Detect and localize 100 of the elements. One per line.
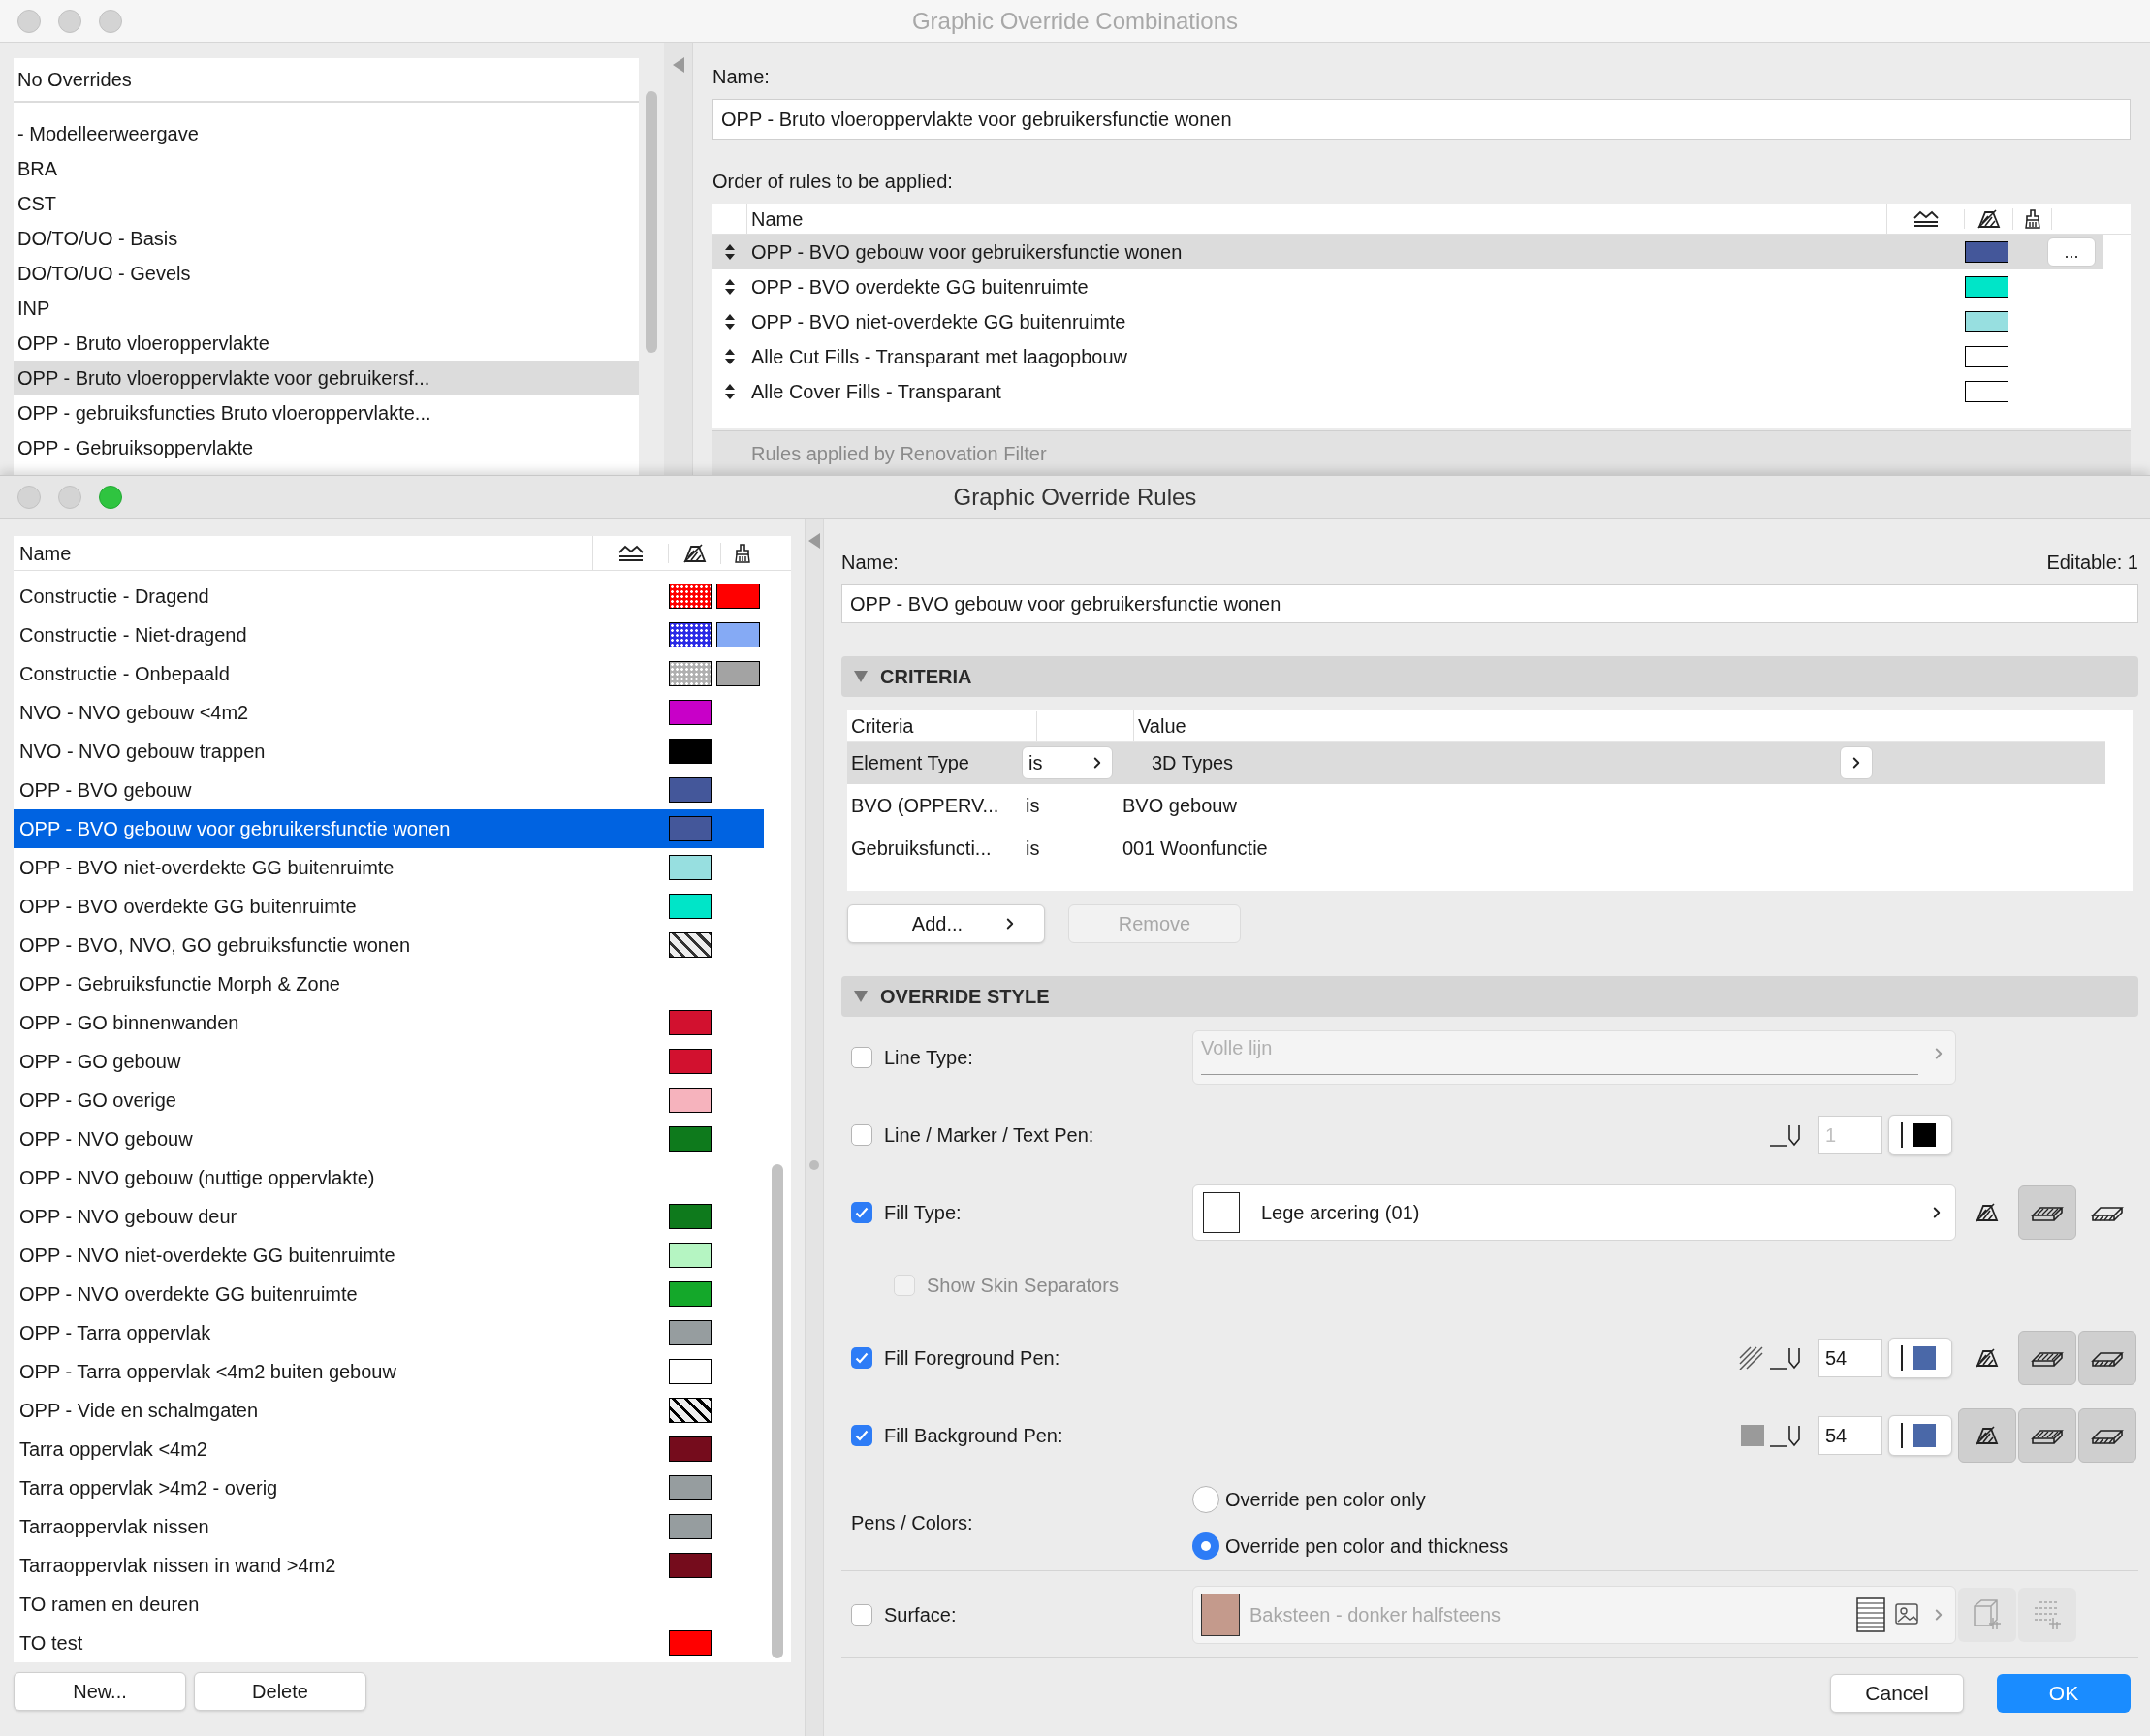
view-toggle-button[interactable] [2018,1331,2076,1385]
column-header[interactable]: Name [14,536,593,570]
rule-list-item[interactable]: OPP - Gebruiksfunctie Morph & Zone [14,964,764,1003]
rule-list-item[interactable]: OPP - Tarra oppervlak <4m2 buiten gebouw [14,1352,764,1391]
criteria-row[interactable]: Element Type is 3D Types [847,742,2105,784]
delete-button[interactable]: Delete [194,1672,366,1711]
rule-list-item[interactable]: OPP - GO overige [14,1081,764,1120]
criteria-row[interactable]: BVO (OPPERV... is BVO gebouw [847,784,2105,827]
striped-texture-icon [1856,1596,1885,1632]
collapse-arrow-icon[interactable] [671,56,685,74]
operator-selector[interactable]: is [1022,746,1113,779]
checkbox[interactable] [851,1202,872,1223]
reorder-handle-icon[interactable] [724,383,736,400]
view-toggle-button[interactable] [1958,1408,2016,1463]
rule-name: Alle Cover Fills - Transparant [750,380,1002,404]
view-toggle-button[interactable] [2078,1331,2136,1385]
criterion-value: 001 Woonfunctie [1122,836,1269,861]
splitter-handle-icon[interactable] [809,1160,819,1170]
pen-color-button[interactable] [1888,1338,1952,1378]
column-header[interactable]: Name [747,204,1887,234]
list-item[interactable]: - Modelleerweergave [14,116,639,151]
box-with-brush-icon [1972,1597,2003,1631]
zoom-window-icon[interactable] [99,485,122,509]
rule-list-item[interactable]: OPP - NVO niet-overdekte GG buitenruimte [14,1236,764,1275]
view-toggle-button[interactable] [2078,1408,2136,1463]
fill-type-selector[interactable]: Lege arcering (01) [1192,1184,1956,1241]
more-button[interactable]: ... [2047,237,2096,267]
checkbox[interactable] [851,1124,872,1146]
rule-list-item[interactable]: NVO - NVO gebouw <4m2 [14,693,764,732]
list-item[interactable]: No Overrides [14,58,639,103]
checkbox[interactable] [851,1425,872,1446]
rule-list-item[interactable]: OPP - NVO gebouw deur [14,1197,764,1236]
checkbox[interactable] [851,1347,872,1369]
rule-name: OPP - BVO overdekte GG buitenruimte [18,895,358,919]
view-toggle-button[interactable] [2018,1185,2076,1240]
rule-list-item[interactable]: OPP - GO binnenwanden [14,1003,764,1042]
pen-number-field[interactable]: 54 [1818,1339,1882,1377]
add-button[interactable]: Add... [847,904,1045,943]
list-item[interactable]: OPP - Bruto vloeroppervlakte [14,326,639,361]
rule-list-item[interactable]: Constructie - Onbepaald [14,654,764,693]
rule-list-item[interactable]: OPP - Vide en schalmgaten [14,1391,764,1430]
value-picker-button[interactable] [1840,746,1873,779]
rule-name: OPP - NVO gebouw (nuttige oppervlakte) [18,1166,376,1190]
scrollbar-thumb[interactable] [646,91,657,353]
list-item[interactable]: DO/TO/UO - Gevels [14,256,639,291]
name-field[interactable]: OPP - BVO gebouw voor gebruikersfunctie wonen [841,584,2138,623]
pen-color-button[interactable] [1888,1115,1952,1155]
list-item[interactable]: OPP - Bruto vloeroppervlakte voor gebruikersf... [14,361,639,395]
radio-button[interactable] [1192,1531,1219,1560]
rule-list-item[interactable]: Constructie - Niet-dragend [14,615,764,654]
rule-list-item[interactable]: Tarra oppervlak <4m2 [14,1430,764,1468]
checkbox[interactable] [851,1047,872,1068]
rule-list-item[interactable]: NVO - NVO gebouw trappen [14,732,764,771]
pen-color-button[interactable] [1888,1415,1952,1456]
rule-row[interactable]: OPP - BVO gebouw voor gebruikersfunctie wonen ... [712,235,2103,269]
list-item[interactable]: DO/TO/UO - Basis [14,221,639,256]
column-header[interactable]: Value [1134,710,2105,741]
rule-list-item[interactable]: OPP - Tarra oppervlak [14,1313,764,1352]
list-item[interactable]: BRA [14,151,639,186]
list-item[interactable]: OPP - gebruiksfuncties Bruto vloeroppervlakte... [14,395,639,430]
criteria-row[interactable]: Gebruiksfuncti... is 001 Woonfunctie [847,827,2105,869]
checkbox[interactable] [851,1603,872,1626]
rule-list-item[interactable]: Constructie - Dragend [14,577,764,615]
rule-list-item[interactable]: Tarraoppervlak nissen [14,1507,764,1546]
column-header[interactable]: Criteria [847,710,1037,741]
option-label: Line / Marker / Text Pen: [884,1123,1094,1148]
pen-number-field[interactable]: 54 [1818,1416,1882,1455]
collapse-arrow-icon[interactable] [807,532,821,550]
reorder-handle-icon[interactable] [724,243,736,261]
rule-list-item[interactable]: TO ramen en deuren [14,1585,764,1624]
new-button[interactable]: New... [14,1672,186,1711]
rule-name: OPP - BVO niet-overdekte GG buitenruimte [18,856,395,880]
cancel-button[interactable]: Cancel [1830,1674,1964,1713]
rule-list-item[interactable]: OPP - BVO, NVO, GO gebruiksfunctie wonen [14,926,764,964]
name-field[interactable]: OPP - Bruto vloeroppervlakte voor gebruikersfunctie wonen [712,99,2131,140]
rule-list-item[interactable]: TO test [14,1624,764,1662]
checkmark-icon [855,1352,869,1364]
rule-list-item[interactable]: OPP - NVO gebouw [14,1120,764,1158]
rule-list-item[interactable]: OPP - BVO gebouw voor gebruikersfunctie wonen [14,809,764,848]
rule-list-item[interactable]: OPP - NVO overdekte GG buitenruimte [14,1275,764,1313]
radio-button[interactable] [1192,1485,1219,1513]
reorder-handle-icon[interactable] [724,348,736,365]
rule-list-item[interactable]: OPP - GO gebouw [14,1042,764,1081]
option-label: Surface: [884,1602,957,1627]
section-header[interactable]: OVERRIDE STYLE [841,976,2138,1017]
rule-list-item[interactable]: OPP - BVO overdekte GG buitenruimte [14,887,764,926]
scrollbar-thumb[interactable] [772,1164,783,1658]
rule-name: OPP - GO gebouw [18,1050,182,1074]
list-item[interactable]: OPP - Gebruiksoppervlakte [14,430,639,465]
list-item[interactable]: INP [14,291,639,326]
rule-list-item[interactable]: Tarra oppervlak >4m2 - overig [14,1468,764,1507]
section-header[interactable]: CRITERIA [841,656,2138,697]
list-item[interactable]: CST [14,186,639,221]
rule-list-item[interactable]: Tarraoppervlak nissen in wand >4m2 [14,1546,764,1585]
rule-list-item[interactable]: OPP - BVO gebouw [14,771,764,809]
rule-list-item[interactable]: OPP - BVO niet-overdekte GG buitenruimte [14,848,764,887]
view-toggle-button[interactable] [2018,1408,2076,1463]
rule-list-item[interactable]: OPP - NVO gebouw (nuttige oppervlakte) [14,1158,764,1197]
reorder-handle-icon[interactable] [724,278,736,296]
reorder-handle-icon[interactable] [724,313,736,331]
